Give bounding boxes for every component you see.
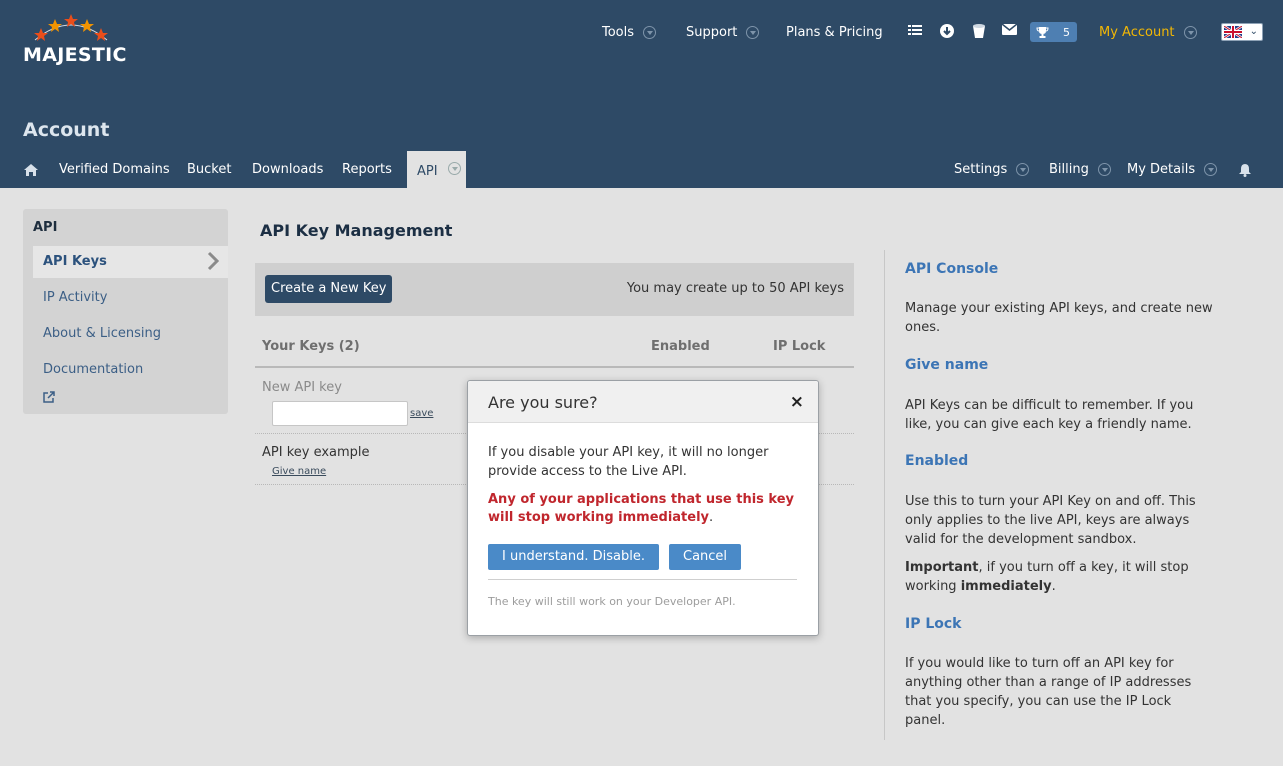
- info-text-give-name: API Keys can be difficult to remember. I…: [905, 398, 1194, 432]
- key-limit-note: You may create up to 50 API keys: [626, 281, 844, 296]
- plans-label: Plans & Pricing: [786, 24, 883, 40]
- info-text-ip-lock: If you would like to turn off an API key…: [905, 656, 1192, 728]
- logo-text: MAJESTIC: [23, 44, 127, 66]
- info-title-enabled: Enabled: [905, 453, 969, 469]
- sidebar-item-ip-activity[interactable]: IP Activity: [33, 282, 228, 314]
- tools-menu[interactable]: Tools: [602, 22, 657, 42]
- table-header-divider: [255, 366, 854, 368]
- support-menu[interactable]: Support: [686, 22, 760, 42]
- info-important-note: Important, if you turn off a key, it wil…: [905, 558, 1215, 596]
- sidebar-item-label: About & Licensing: [43, 326, 161, 341]
- dialog-divider: [488, 579, 797, 580]
- dialog-title: Are you sure?: [488, 393, 598, 412]
- bucket-icon[interactable]: [971, 24, 987, 40]
- warning-end: .: [709, 510, 714, 525]
- download-icon[interactable]: [939, 24, 955, 40]
- chevron-down-icon: [1097, 163, 1111, 176]
- dialog-warning: Any of your applications that use this k…: [488, 491, 800, 527]
- trophy-icon: [1036, 26, 1049, 38]
- mail-icon[interactable]: [1001, 23, 1017, 40]
- confirm-disable-dialog: Are you sure? × If you disable your API …: [467, 380, 819, 636]
- important-lead: Important: [905, 560, 979, 575]
- warning-text: Any of your applications that use this k…: [488, 492, 795, 525]
- sidebar-item-label: Documentation: [43, 362, 144, 377]
- create-new-key-button[interactable]: Create a New Key: [265, 275, 393, 303]
- info-text-enabled: Use this to turn your API Key on and off…: [905, 494, 1196, 547]
- home-icon[interactable]: [24, 163, 38, 177]
- column-your-keys: Your Keys (2): [262, 339, 360, 354]
- dialog-footnote: The key will still work on your Develope…: [488, 595, 736, 608]
- list-icon[interactable]: [907, 24, 923, 40]
- settings-label: Settings: [954, 162, 1008, 177]
- majestic-logo[interactable]: MAJESTIC: [23, 14, 133, 70]
- subnav-billing[interactable]: Billing: [1049, 162, 1111, 177]
- tools-label: Tools: [602, 24, 635, 40]
- info-title-api-console: API Console: [905, 261, 999, 277]
- close-icon[interactable]: ×: [790, 393, 804, 411]
- subnav-api-label: API: [417, 164, 438, 179]
- chevron-down-icon: [447, 162, 461, 175]
- sidebar-header: API: [33, 220, 58, 235]
- external-link-icon[interactable]: [43, 391, 55, 403]
- chevron-down-icon: [746, 25, 760, 39]
- new-key-label: New API key: [262, 380, 342, 395]
- chevron-down-icon: [1016, 163, 1030, 176]
- subnav-api-tab[interactable]: API: [407, 151, 466, 188]
- important-end: .: [1051, 579, 1056, 594]
- my-account-menu[interactable]: My Account: [1099, 22, 1197, 42]
- chevron-down-icon: [1204, 163, 1218, 176]
- info-title-give-name: Give name: [905, 357, 989, 373]
- column-ip-lock: IP Lock: [773, 339, 826, 354]
- sidebar-item-documentation[interactable]: Documentation: [33, 354, 228, 386]
- trophy-badge[interactable]: 5: [1030, 22, 1077, 42]
- trophy-count: 5: [1063, 25, 1070, 39]
- billing-label: Billing: [1049, 162, 1089, 177]
- sidebar-item-label: API Keys: [43, 254, 107, 269]
- save-link[interactable]: save: [410, 408, 433, 419]
- important-bold: immediately: [960, 579, 1052, 594]
- main-title: API Key Management: [260, 221, 453, 240]
- sidebar-item-about-licensing[interactable]: About & Licensing: [33, 318, 228, 350]
- subnav-downloads[interactable]: Downloads: [252, 162, 323, 177]
- plans-pricing-link[interactable]: Plans & Pricing: [786, 22, 883, 42]
- subnav-bucket[interactable]: Bucket: [187, 162, 231, 177]
- chevron-down-icon: [643, 25, 657, 39]
- language-selector[interactable]: ⌄: [1221, 23, 1263, 41]
- new-key-name-input[interactable]: [272, 401, 408, 426]
- chevron-right-icon: [207, 251, 220, 271]
- subnav-reports[interactable]: Reports: [342, 162, 392, 177]
- uk-flag-icon: [1224, 26, 1242, 38]
- confirm-disable-button[interactable]: I understand. Disable.: [488, 544, 659, 570]
- example-key-label: API key example: [262, 445, 370, 460]
- top-header: MAJESTIC Tools Support Plans & Pricing 5…: [0, 0, 1283, 188]
- sidebar-item-label: IP Activity: [43, 290, 108, 305]
- dialog-header: Are you sure? ×: [468, 381, 818, 423]
- dialog-message: If you disable your API key, it will no …: [488, 445, 769, 479]
- give-name-link[interactable]: Give name: [272, 466, 326, 477]
- subnav-verified-domains[interactable]: Verified Domains: [59, 162, 170, 177]
- info-title-ip-lock: IP Lock: [905, 616, 962, 632]
- subnav-settings[interactable]: Settings: [954, 162, 1030, 177]
- sidebar-item-api-keys[interactable]: API Keys: [33, 246, 228, 278]
- create-key-bar: Create a New Key You may create up to 50…: [255, 263, 854, 316]
- info-divider: [884, 250, 885, 740]
- page-title: Account: [23, 119, 110, 141]
- info-text-api-console: Manage your existing API keys, and creat…: [905, 301, 1213, 335]
- column-enabled: Enabled: [651, 339, 710, 354]
- my-details-label: My Details: [1127, 162, 1196, 177]
- chevron-down-icon: [1183, 25, 1197, 39]
- cancel-button[interactable]: Cancel: [669, 544, 742, 570]
- my-account-label: My Account: [1099, 24, 1175, 40]
- subnav-my-details[interactable]: My Details: [1127, 162, 1218, 177]
- bell-icon[interactable]: [1238, 163, 1252, 177]
- support-label: Support: [686, 24, 738, 40]
- chevron-down-icon: ⌄: [1249, 26, 1258, 37]
